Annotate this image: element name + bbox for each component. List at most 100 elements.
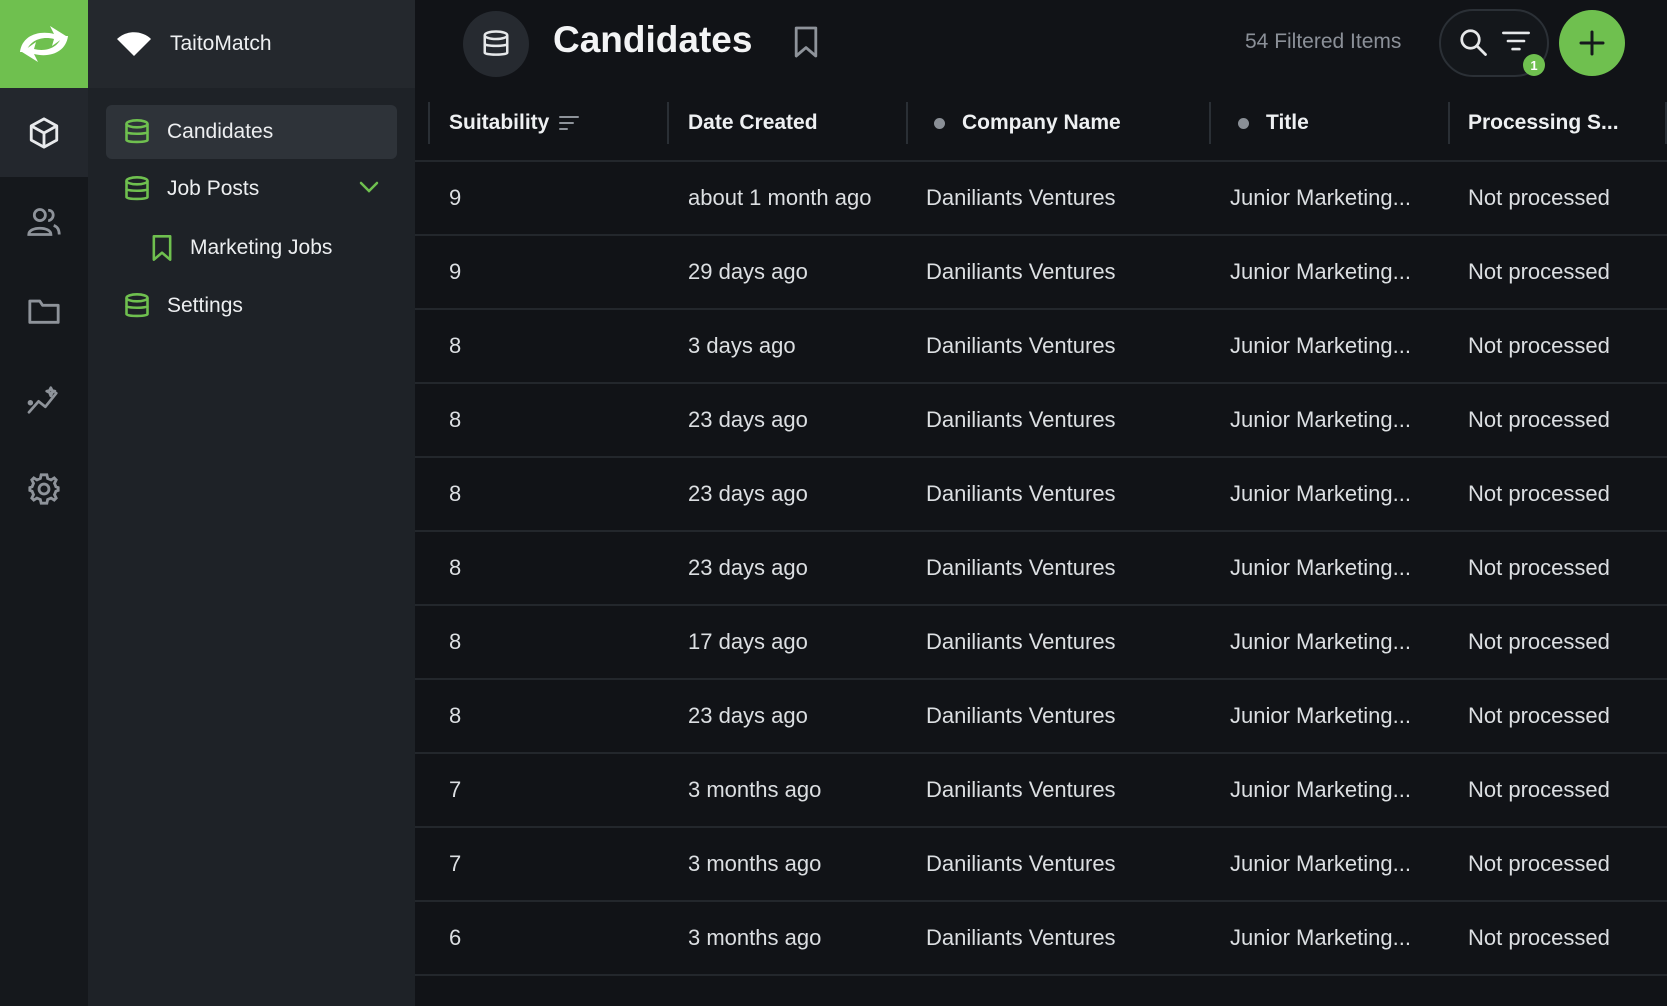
sidebar-item-job-posts[interactable]: Job Posts — [106, 162, 397, 216]
plus-icon — [1579, 30, 1605, 56]
table-row[interactable]: 8 23 days ago Daniliants Ventures Junior Ma… — [415, 532, 1667, 606]
rail-item-analytics[interactable] — [0, 355, 88, 444]
table-body: 9 about 1 month ago Daniliants Ventures Jun… — [415, 162, 1667, 976]
cell-company-name: Daniliants Ventures — [926, 851, 1116, 876]
column-label: Suitability — [449, 111, 550, 134]
cell-company-name: Daniliants Ventures — [926, 629, 1116, 654]
rail-item-files[interactable] — [0, 266, 88, 355]
rail-item-users[interactable] — [0, 177, 88, 266]
cell-suitability: 8 — [449, 629, 462, 654]
table-row[interactable]: 8 3 days ago Daniliants Ventures Junior Mar… — [415, 310, 1667, 384]
column-divider[interactable] — [906, 102, 908, 144]
cell-date-created: 23 days ago — [688, 555, 808, 580]
table-row[interactable]: 7 3 months ago Daniliants Ventures Junior M… — [415, 754, 1667, 828]
chevron-down-icon[interactable] — [359, 180, 379, 194]
cell-suitability: 9 — [449, 259, 462, 284]
table-row[interactable]: 7 3 months ago Daniliants Ventures Junior M… — [415, 828, 1667, 902]
rail-item-data[interactable] — [0, 88, 88, 177]
cell-title: Junior Marketing... — [1230, 555, 1411, 580]
bookmark-icon — [794, 26, 818, 58]
field-dot-icon — [934, 117, 945, 129]
column-header-title[interactable]: Title — [1238, 102, 1309, 144]
bookmark-button[interactable] — [792, 25, 820, 59]
cell-title: Junior Marketing... — [1230, 703, 1411, 728]
folder-icon — [28, 299, 60, 324]
sidebar-item-label: Marketing Jobs — [190, 235, 333, 259]
sidebar: TaitoMatch Candidates Job Posts Marketin… — [88, 0, 415, 1006]
cell-company-name: Daniliants Ventures — [926, 259, 1116, 284]
users-icon — [27, 207, 61, 236]
table-row[interactable]: 8 17 days ago Daniliants Ventures Junior Ma… — [415, 606, 1667, 680]
cell-suitability: 8 — [449, 407, 462, 432]
sidebar-item-settings[interactable]: Settings — [106, 279, 397, 333]
sidebar-item-label: Candidates — [167, 120, 274, 143]
cell-processing-status: Not processed — [1468, 407, 1610, 432]
cell-title: Junior Marketing... — [1230, 481, 1411, 506]
cell-suitability: 7 — [449, 851, 462, 876]
cell-company-name: Daniliants Ventures — [926, 777, 1116, 802]
workspace-switcher[interactable]: TaitoMatch — [88, 0, 415, 88]
cell-date-created: 3 months ago — [688, 925, 822, 950]
sidebar-item-label: Settings — [167, 294, 243, 317]
cell-title: Junior Marketing... — [1230, 259, 1411, 284]
table-row[interactable]: 8 23 days ago Daniliants Ventures Junior Ma… — [415, 384, 1667, 458]
cell-processing-status: Not processed — [1468, 555, 1610, 580]
table-row[interactable]: 9 about 1 month ago Daniliants Ventures Jun… — [415, 162, 1667, 236]
sidebar-item-label: Job Posts — [167, 177, 260, 200]
cell-company-name: Daniliants Ventures — [926, 703, 1116, 728]
workspace-name: TaitoMatch — [170, 32, 272, 55]
table-row[interactable]: 8 23 days ago Daniliants Ventures Junior Ma… — [415, 680, 1667, 754]
cell-suitability: 8 — [449, 333, 462, 358]
search-icon[interactable] — [1458, 27, 1488, 57]
column-header-processing-status[interactable]: Processing S... — [1468, 102, 1619, 144]
cell-processing-status: Not processed — [1468, 851, 1610, 876]
icon-rail — [0, 0, 88, 1006]
column-label: Company Name — [962, 111, 1121, 134]
cell-suitability: 9 — [449, 185, 462, 210]
bookmark-icon — [150, 234, 174, 262]
sort-icon[interactable] — [558, 115, 580, 131]
cell-company-name: Daniliants Ventures — [926, 407, 1116, 432]
cell-date-created: 23 days ago — [688, 703, 808, 728]
table-row[interactable]: 6 3 months ago Daniliants Ventures Junior M… — [415, 902, 1667, 976]
cell-processing-status: Not processed — [1468, 333, 1610, 358]
cell-title: Junior Marketing... — [1230, 185, 1411, 210]
cell-processing-status: Not processed — [1468, 629, 1610, 654]
column-divider[interactable] — [428, 102, 430, 144]
cell-processing-status: Not processed — [1468, 703, 1610, 728]
table-header: Suitability Date Created Company Name Ti… — [415, 88, 1667, 162]
column-divider[interactable] — [1448, 102, 1450, 144]
column-header-suitability[interactable]: Suitability — [449, 102, 580, 144]
table-row[interactable]: 8 23 days ago Daniliants Ventures Junior Ma… — [415, 458, 1667, 532]
rail-item-settings[interactable] — [0, 444, 88, 533]
cell-date-created: 23 days ago — [688, 407, 808, 432]
refresh-logo-icon — [20, 26, 68, 62]
filter-count-badge: 1 — [1523, 54, 1545, 76]
page-title: Candidates — [553, 19, 753, 60]
add-button[interactable] — [1559, 10, 1625, 76]
sidebar-item-candidates[interactable]: Candidates — [106, 105, 397, 159]
cell-company-name: Daniliants Ventures — [926, 333, 1116, 358]
candidates-table: Suitability Date Created Company Name Ti… — [415, 88, 1667, 976]
cell-processing-status: Not processed — [1468, 777, 1610, 802]
column-header-company-name[interactable]: Company Name — [934, 102, 1121, 144]
table-row[interactable]: 9 29 days ago Daniliants Ventures Junior Ma… — [415, 236, 1667, 310]
column-divider[interactable] — [1209, 102, 1211, 144]
cell-suitability: 8 — [449, 703, 462, 728]
cell-date-created: 17 days ago — [688, 629, 808, 654]
app-logo[interactable] — [0, 0, 88, 88]
column-header-date-created[interactable]: Date Created — [688, 102, 818, 144]
database-icon — [123, 175, 151, 203]
column-divider[interactable] — [667, 102, 669, 144]
gear-icon — [28, 472, 60, 505]
cube-icon — [29, 116, 59, 149]
cell-processing-status: Not processed — [1468, 481, 1610, 506]
wifi-icon — [116, 31, 152, 57]
cell-suitability: 8 — [449, 555, 462, 580]
database-icon — [123, 292, 151, 320]
sidebar-item-marketing-jobs[interactable]: Marketing Jobs — [106, 219, 397, 276]
column-label: Title — [1266, 111, 1309, 134]
cell-company-name: Daniliants Ventures — [926, 185, 1116, 210]
cell-suitability: 6 — [449, 925, 462, 950]
filter-icon[interactable] — [1501, 29, 1531, 53]
